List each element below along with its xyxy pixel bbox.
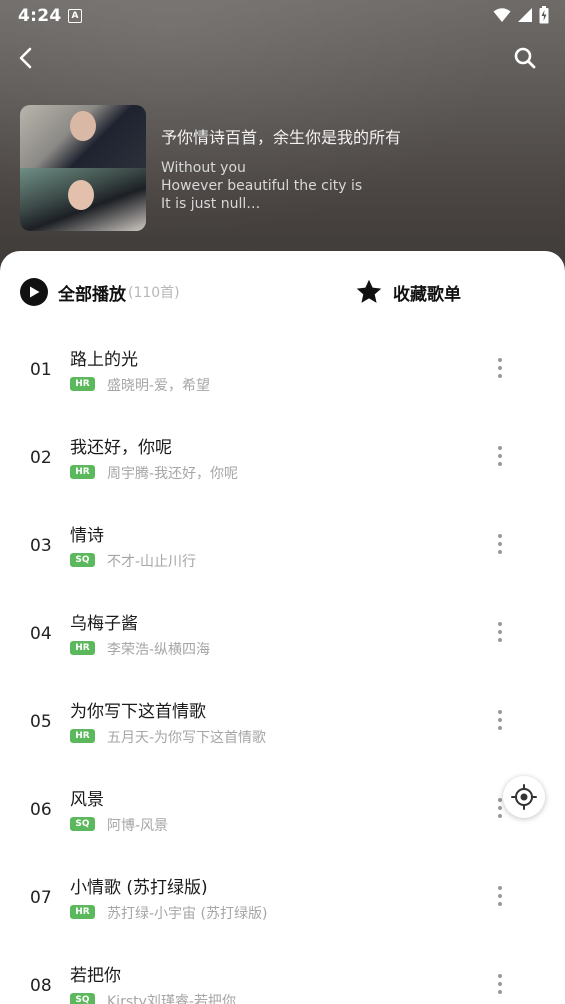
song-title: 为你写下这首情歌 xyxy=(70,702,206,722)
status-indicators xyxy=(493,6,549,24)
song-artist-album: 周宇腾-我还好，你呢 xyxy=(107,466,239,482)
song-artist-album: 盛晓明-爱，希望 xyxy=(107,378,211,394)
locate-icon xyxy=(511,784,537,810)
collect-playlist-button[interactable]: 收藏歌单 xyxy=(355,278,461,306)
notification-a-icon: A xyxy=(68,9,82,23)
song-index: 07 xyxy=(30,888,52,908)
song-artist-album: 五月天-为你写下这首情歌 xyxy=(107,730,267,746)
locate-current-song-button[interactable] xyxy=(503,776,545,818)
more-vertical-icon[interactable] xyxy=(488,878,512,914)
song-index: 01 xyxy=(30,360,52,380)
song-index: 02 xyxy=(30,448,52,468)
quality-badge: SQ xyxy=(70,993,95,1004)
song-row[interactable]: 06 风景 SQ 阿博-风景 xyxy=(0,764,565,852)
song-title: 若把你 xyxy=(70,966,121,986)
description-line-1: Without you xyxy=(161,160,246,176)
more-vertical-icon[interactable] xyxy=(488,966,512,1002)
song-title: 小情歌 (苏打绿版) xyxy=(70,878,208,898)
song-row[interactable]: 02 我还好，你呢 HR 周宇腾-我还好，你呢 xyxy=(0,412,565,500)
description-line-2: However beautiful the city is xyxy=(161,178,363,194)
song-index: 06 xyxy=(30,800,52,820)
play-all-label: 全部播放 xyxy=(58,284,126,305)
song-title: 乌梅子酱 xyxy=(70,614,138,634)
song-title: 情诗 xyxy=(70,526,104,546)
song-row[interactable]: 03 情诗 SQ 不才-山止川行 xyxy=(0,500,565,588)
playlist-cover xyxy=(20,105,146,231)
playlist-description: Without you However beautiful the city i… xyxy=(161,159,362,213)
search-button[interactable] xyxy=(507,40,543,76)
more-vertical-icon[interactable] xyxy=(488,702,512,738)
more-vertical-icon[interactable] xyxy=(488,438,512,474)
song-artist-album: 不才-山止川行 xyxy=(107,554,197,570)
quality-badge: SQ xyxy=(70,817,95,831)
collect-label: 收藏歌单 xyxy=(393,284,461,305)
battery-icon xyxy=(539,6,549,24)
more-vertical-icon[interactable] xyxy=(488,350,512,386)
song-artist-album: 苏打绿-小宇宙 (苏打绿版) xyxy=(107,906,268,922)
star-icon xyxy=(356,279,382,303)
wifi-icon xyxy=(493,8,511,22)
song-artist-album: Kirsty刘瑾睿-若把你 xyxy=(107,994,236,1004)
more-vertical-icon[interactable] xyxy=(488,614,512,650)
cover-figure-1 xyxy=(70,111,96,141)
signal-icon xyxy=(518,8,532,22)
song-row[interactable]: 08 若把你 SQ Kirsty刘瑾睿-若把你 xyxy=(0,940,565,1004)
quality-badge: HR xyxy=(70,465,95,479)
status-bar: 4:24 A xyxy=(0,0,565,32)
song-artist-album: 阿博-风景 xyxy=(107,818,169,834)
song-artist-album: 李荣浩-纵横四海 xyxy=(107,642,211,658)
song-title: 风景 xyxy=(70,790,104,810)
song-index: 05 xyxy=(30,712,52,732)
quality-badge: HR xyxy=(70,377,95,391)
song-count: (110首) xyxy=(128,285,180,301)
song-row[interactable]: 04 乌梅子酱 HR 李荣浩-纵横四海 xyxy=(0,588,565,676)
quality-badge: HR xyxy=(70,641,95,655)
song-index: 08 xyxy=(30,976,52,996)
song-title: 路上的光 xyxy=(70,350,138,370)
playlist-title: 予你情诗百首，余生你是我的所有 xyxy=(161,128,402,147)
song-row[interactable]: 01 路上的光 HR 盛晓明-爱，希望 xyxy=(0,324,565,412)
status-time: 4:24 xyxy=(18,6,62,26)
more-vertical-icon[interactable] xyxy=(488,526,512,562)
song-index: 04 xyxy=(30,624,52,644)
quality-badge: HR xyxy=(70,729,95,743)
cover-figure-2 xyxy=(68,180,94,210)
song-row[interactable]: 07 小情歌 (苏打绿版) HR 苏打绿-小宇宙 (苏打绿版) xyxy=(0,852,565,940)
quality-badge: SQ xyxy=(70,553,95,567)
search-icon xyxy=(514,47,536,69)
play-all-button[interactable]: 全部播放 (110首) xyxy=(20,278,180,306)
quality-badge: HR xyxy=(70,905,95,919)
play-icon xyxy=(20,278,48,306)
song-index: 03 xyxy=(30,536,52,556)
song-title: 我还好，你呢 xyxy=(70,438,172,458)
back-button[interactable] xyxy=(8,40,44,76)
description-line-3: It is just null… xyxy=(161,196,261,212)
chevron-left-icon xyxy=(19,47,32,69)
song-row[interactable]: 05 为你写下这首情歌 HR 五月天-为你写下这首情歌 xyxy=(0,676,565,764)
